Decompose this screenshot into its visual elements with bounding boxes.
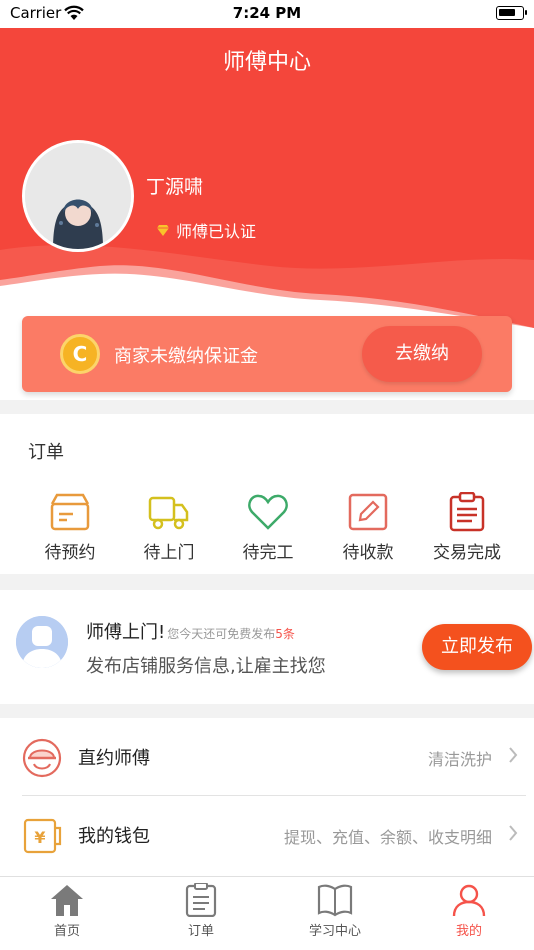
promo-subtitle: 您今天还可免费发布 bbox=[167, 627, 276, 641]
avatar-illustration bbox=[25, 143, 131, 249]
order-label: 待预约 bbox=[44, 543, 96, 563]
home-icon bbox=[51, 885, 83, 916]
order-label: 交易完成 bbox=[433, 543, 501, 563]
promo-description: 发布店铺服务信息,让雇主找您 bbox=[86, 656, 326, 677]
tab-orders[interactable]: 订单 bbox=[146, 883, 256, 939]
order-list-icon bbox=[185, 883, 217, 917]
promo-title: 师傅上门! 您今天还可免费发布5条 bbox=[86, 618, 295, 644]
tab-mine[interactable]: 我的 bbox=[414, 883, 524, 939]
worker-helmet-icon bbox=[22, 738, 62, 778]
clock: 7:24 PM bbox=[232, 4, 302, 22]
menu-label: 我的钱包 bbox=[78, 826, 150, 847]
deposit-card: C 商家未缴纳保证金 去缴纳 bbox=[22, 316, 512, 392]
status-bar: Carrier 7:24 PM bbox=[0, 0, 534, 28]
coin-icon: C bbox=[60, 334, 100, 374]
menu-value: 清洁洗护 bbox=[427, 750, 492, 769]
order-pending-completion[interactable]: 待完工 bbox=[218, 492, 318, 563]
tab-label: 我的 bbox=[455, 924, 482, 939]
heart-icon bbox=[248, 494, 288, 530]
tab-home[interactable]: 首页 bbox=[12, 883, 122, 939]
tab-label: 首页 bbox=[53, 924, 80, 939]
orders-section: 订单 待预约 待上门 待完工 待收款 交易完成 bbox=[0, 414, 534, 574]
menu-item-wallet[interactable]: ¥ 我的钱包 提现、充值、余额、收支明细 bbox=[22, 796, 526, 874]
menu-item-direct-master[interactable]: 直约师傅 清洁洗护 bbox=[22, 718, 526, 796]
clipboard-icon bbox=[449, 492, 485, 532]
publish-button[interactable]: 立即发布 bbox=[422, 624, 532, 670]
chevron-right-icon bbox=[509, 825, 518, 841]
tab-label: 订单 bbox=[187, 924, 214, 939]
order-label: 待完工 bbox=[242, 543, 294, 563]
edit-icon bbox=[348, 493, 388, 531]
promo-count: 5条 bbox=[275, 627, 295, 641]
default-avatar-icon bbox=[16, 616, 68, 668]
order-label: 待上门 bbox=[143, 543, 195, 563]
menu-label: 直约师傅 bbox=[78, 748, 150, 769]
avatar[interactable] bbox=[22, 140, 134, 252]
book-icon bbox=[317, 884, 353, 917]
certification-text: 师傅已认证 bbox=[176, 222, 257, 241]
profile-header: 师傅中心 丁源啸 师傅已认证 C 商家未缴纳保证金 去缴纳 bbox=[0, 28, 534, 400]
tab-label: 学习中心 bbox=[308, 924, 361, 939]
page-title: 师傅中心 bbox=[222, 50, 311, 75]
menu-list: 直约师傅 清洁洗护 ¥ 我的钱包 提现、充值、余额、收支明细 bbox=[0, 718, 534, 878]
menu-value: 提现、充值、余额、收支明细 bbox=[283, 828, 492, 847]
order-label: 待收款 bbox=[342, 543, 394, 563]
svg-text:¥: ¥ bbox=[34, 828, 45, 847]
order-pending-appointment[interactable]: 待预约 bbox=[20, 492, 120, 563]
order-completed[interactable]: 交易完成 bbox=[417, 492, 517, 563]
promo-title-text: 师傅上门! bbox=[86, 622, 166, 643]
box-icon bbox=[50, 493, 90, 531]
publish-promo: 师傅上门! 您今天还可免费发布5条 发布店铺服务信息,让雇主找您 立即发布 bbox=[0, 590, 534, 704]
certification-badge: 师傅已认证 bbox=[156, 218, 256, 242]
pay-deposit-button[interactable]: 去缴纳 bbox=[362, 326, 482, 382]
battery-icon bbox=[496, 6, 527, 20]
order-pending-payment[interactable]: 待收款 bbox=[318, 492, 418, 563]
chevron-right-icon bbox=[509, 747, 518, 763]
diamond-icon bbox=[157, 225, 169, 236]
tab-bar: 首页 订单 学习中心 我的 bbox=[0, 876, 534, 950]
tab-learning-center[interactable]: 学习中心 bbox=[280, 883, 390, 939]
username: 丁源啸 bbox=[146, 176, 204, 198]
truck-icon bbox=[148, 496, 189, 530]
deposit-notice: 商家未缴纳保证金 bbox=[114, 346, 258, 367]
order-pending-visit[interactable]: 待上门 bbox=[119, 492, 219, 563]
user-icon bbox=[452, 884, 486, 917]
wallet-icon: ¥ bbox=[23, 818, 62, 854]
orders-title: 订单 bbox=[28, 442, 64, 463]
